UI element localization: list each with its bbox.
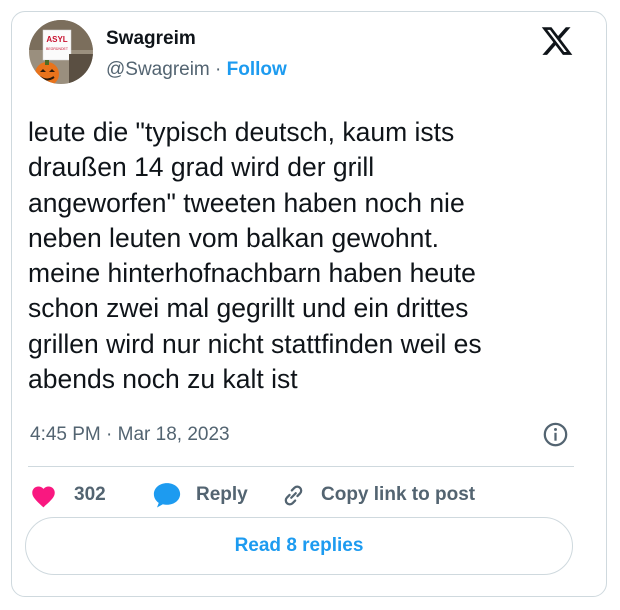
speech-bubble-icon	[152, 481, 182, 509]
author-name[interactable]: Swagreim	[106, 28, 196, 50]
handle-separator: ·	[215, 59, 222, 80]
read-replies-label: Read 8 replies	[234, 535, 364, 556]
tweet-timestamp[interactable]: 4:45 PM · Mar 18, 2023	[30, 422, 230, 448]
like-button[interactable]: 302	[30, 480, 106, 510]
copy-link-label: Copy link to post	[321, 484, 476, 505]
avatar-sign-subtext: BEGRÜNDET	[46, 47, 69, 51]
avatar[interactable]: ASYL BEGRÜNDET	[29, 20, 93, 84]
copy-link-button[interactable]: Copy link to post	[280, 480, 475, 510]
like-count: 302	[74, 484, 106, 505]
heart-icon	[30, 483, 57, 508]
reply-button[interactable]: Reply	[152, 480, 248, 510]
tweet-text: leute die "typisch deutsch, kaum ists dr…	[28, 117, 482, 395]
avatar-image: ASYL BEGRÜNDET	[29, 20, 93, 84]
reply-label: Reply	[196, 484, 248, 505]
x-logo-icon[interactable]	[540, 24, 574, 58]
author-handle[interactable]: @Swagreim	[106, 59, 210, 80]
read-replies-button[interactable]: Read 8 replies	[25, 517, 573, 575]
info-icon[interactable]	[542, 421, 569, 448]
avatar-sign-text: ASYL	[46, 35, 67, 44]
follow-link[interactable]: Follow	[227, 59, 287, 80]
author-handle-row: @Swagreim · Follow	[106, 58, 287, 82]
link-icon	[280, 482, 307, 509]
divider	[28, 466, 574, 467]
